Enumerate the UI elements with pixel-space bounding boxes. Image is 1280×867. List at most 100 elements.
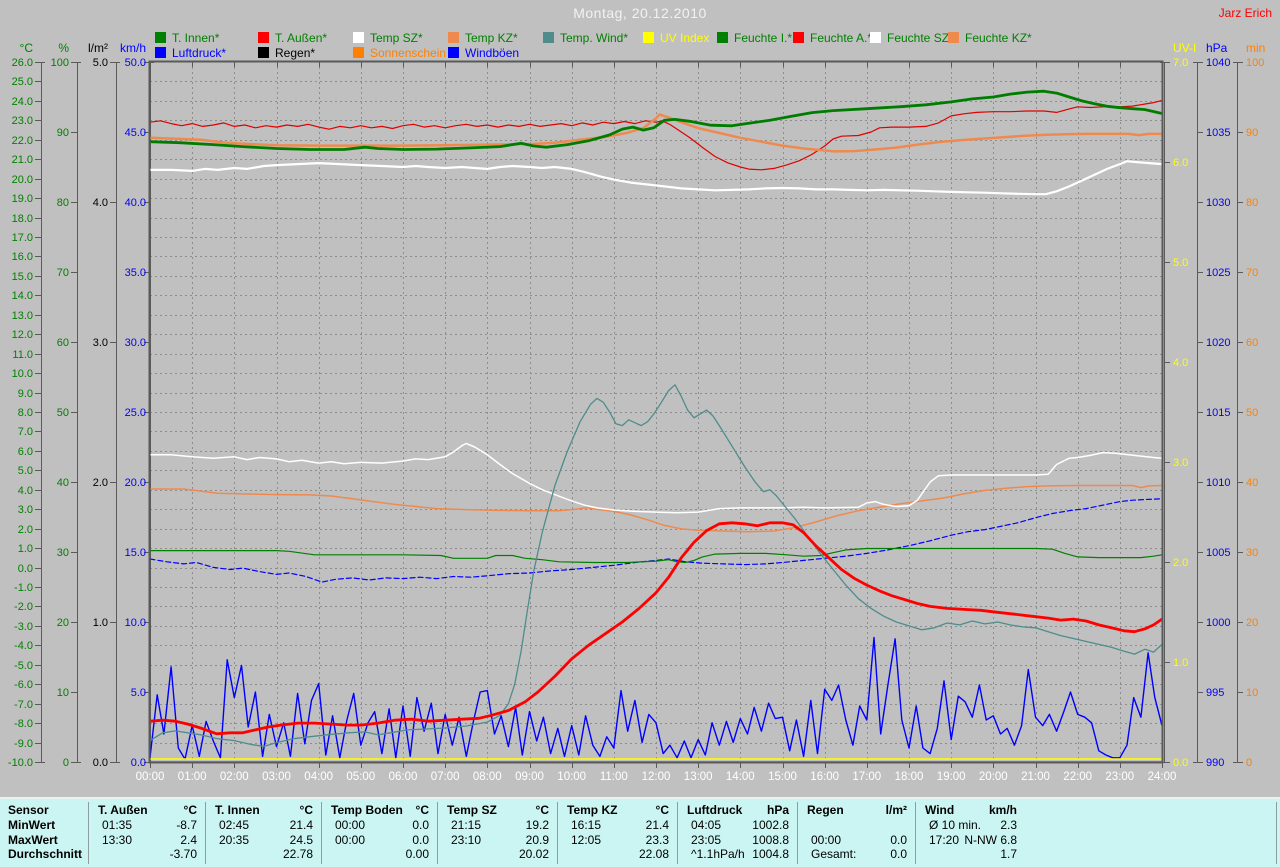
- axis-wind-tick-label: 20.0: [125, 477, 146, 489]
- axis-pressure-unit: hPa: [1206, 41, 1228, 55]
- stat-temp-sz-value: 20.9: [525, 833, 549, 847]
- axis-temp-tick-label: -1.0: [14, 582, 33, 594]
- axis-sunshine-tick-label: 50: [1246, 407, 1258, 419]
- axis-wind-tick-label: 45.0: [125, 127, 146, 139]
- axis-sunshine-tick-label: 90: [1246, 127, 1258, 139]
- stat-row-label: Durchschnitt: [8, 847, 83, 861]
- axis-humidity-tick-label: 40: [57, 477, 69, 489]
- axis-temp-tick-label: 2.0: [18, 524, 33, 536]
- axis-temp-tick-label: 13.0: [12, 310, 33, 322]
- axis-wind-tick-label: 40.0: [125, 197, 146, 209]
- x-tick-label: 10:00: [557, 771, 586, 783]
- stat-regen-time: Gesamt:: [811, 847, 857, 861]
- x-tick-label: 02:00: [220, 771, 249, 783]
- axis-temp-tick-label: 8.0: [18, 407, 33, 419]
- axis-temp-tick-label: 4.0: [18, 485, 33, 497]
- stat-col-name-regen: Regen: [807, 803, 844, 817]
- table-divider: [88, 802, 89, 864]
- axis-temp-tick-label: 22.0: [12, 135, 33, 147]
- table-divider: [677, 802, 678, 864]
- stat-col-name-t-innen: T. Innen: [215, 803, 260, 817]
- stat-temp-boden-time: 00:00: [335, 833, 366, 847]
- x-tick-label: 22:00: [1063, 771, 1092, 783]
- axis-temp-tick-label: -5.0: [14, 660, 33, 672]
- stat-t-innen-time: 02:45: [219, 818, 250, 832]
- series-luftdruck: [149, 498, 1163, 583]
- axis-pressure-tick-label: 1025: [1206, 267, 1230, 279]
- x-tick-label: 11:00: [600, 771, 628, 783]
- x-axis-labels: 00:00 01:00 02:00 03:00 04:00 05:00 06:00 07:00…: [136, 771, 1177, 783]
- axis-uv-tick-label: 2.0: [1173, 557, 1188, 569]
- stat-col-name-wind: Wind: [925, 803, 955, 817]
- plot-area[interactable]: -10.0 -9.0 -8.0 -7.0 -6.0 -5.0 -4.0 -3.0 -2.0 -1.…: [0, 0, 1280, 795]
- stat-col-unit-temp-sz: °C: [535, 803, 549, 817]
- axis-humidity-tick-label: 10: [57, 687, 69, 699]
- stat-col-unit-temp-kz: °C: [655, 803, 669, 817]
- axis-sunshine-tick-label: 40: [1246, 477, 1258, 489]
- axis-sunshine-tick-label: 0: [1246, 757, 1252, 769]
- x-tick-label: 23:00: [1105, 771, 1134, 783]
- axis-wind-tick-label: 10.0: [125, 617, 146, 629]
- axis-rain-tick-label: 0.0: [93, 757, 108, 769]
- stat-temp-kz-value: 21.4: [645, 818, 669, 832]
- axis-humidity-tick-label: 90: [57, 127, 69, 139]
- stat-col-unit-t-aussen: °C: [183, 803, 197, 817]
- stat-temp-boden-value: 0.00: [405, 847, 429, 861]
- stat-luftdruck-value: 1008.8: [752, 833, 789, 847]
- axis-sunshine-tick-label: 80: [1246, 197, 1258, 209]
- stat-luftdruck-time: ^1.1hPa/h: [691, 847, 745, 861]
- stat-temp-sz-time: 21:15: [451, 818, 482, 832]
- table-divider: [437, 802, 438, 864]
- x-tick-label: 07:00: [431, 771, 460, 783]
- x-tick-label: 14:00: [726, 771, 755, 783]
- table-divider: [1276, 802, 1277, 864]
- stat-t-aussen-time: 13:30: [102, 833, 133, 847]
- axis-wind-tick-label: 25.0: [125, 407, 146, 419]
- axis-temp-tick-label: -2.0: [14, 601, 33, 613]
- axis-temp-tick-label: -7.0: [14, 699, 33, 711]
- axis-temp-tick-label: -6.0: [14, 679, 33, 691]
- x-tick-label: 15:00: [768, 771, 797, 783]
- stat-wind-value: 1.7: [1000, 847, 1017, 861]
- axis-humidity-tick-label: 80: [57, 197, 69, 209]
- x-tick-label: 09:00: [515, 771, 544, 783]
- axis-rain-tick-label: 2.0: [93, 477, 108, 489]
- axis-temp-tick-label: 11.0: [12, 349, 33, 361]
- stat-col-name-t-aussen: T. Außen: [98, 803, 148, 817]
- axis-humidity-tick-label: 60: [57, 337, 69, 349]
- axis-rain-tick-label: 5.0: [93, 57, 108, 69]
- x-tick-label: 24:00: [1148, 771, 1177, 783]
- series-feuchte-i: [149, 547, 1163, 564]
- axis-temp-unit: °C: [20, 41, 34, 55]
- x-tick-label: 04:00: [304, 771, 333, 783]
- stat-temp-boden-value: 0.0: [412, 818, 429, 832]
- stat-t-aussen-value: -3.70: [169, 847, 197, 861]
- stat-t-aussen-time: 01:35: [102, 818, 133, 832]
- axis-temp-tick-label: 14.0: [12, 290, 33, 302]
- stat-temp-sz-value: 20.02: [518, 847, 549, 861]
- x-tick-label: 19:00: [937, 771, 966, 783]
- axis-temp-tick-label: 21.0: [12, 154, 33, 166]
- stat-temp-sz-value: 19.2: [525, 818, 549, 832]
- axis-temp-tick-label: 9.0: [18, 388, 33, 400]
- axis-pressure-tick-label: 1040: [1206, 57, 1230, 69]
- axis-temp-tick-label: 3.0: [18, 504, 33, 516]
- stat-col-name-temp-sz: Temp SZ: [447, 803, 497, 817]
- stat-col-unit-luftdruck: hPa: [766, 803, 789, 817]
- stat-regen-value: 0.0: [890, 833, 907, 847]
- axis-temp-tick-label: 7.0: [18, 426, 33, 438]
- x-tick-label: 03:00: [262, 771, 291, 783]
- stat-wind-value: 2.3: [1000, 818, 1017, 832]
- axis-uv-tick-label: 3.0: [1173, 457, 1188, 469]
- stat-temp-kz-value: 22.08: [638, 847, 669, 861]
- axis-sunshine: 0 10 20 30 40 50 60 70 80 90 100 min: [1233, 41, 1265, 769]
- axis-temp-tick-label: -3.0: [14, 621, 33, 633]
- axis-wind-tick-label: 0.0: [131, 757, 146, 769]
- x-tick-label: 12:00: [642, 771, 671, 783]
- x-tick-label: 21:00: [1021, 771, 1050, 783]
- stat-temp-kz-time: 12:05: [571, 833, 602, 847]
- x-tick-label: 18:00: [895, 771, 924, 783]
- stat-row-label: MaxWert: [8, 833, 58, 847]
- axis-rain-tick-label: 4.0: [93, 197, 108, 209]
- stat-luftdruck-time: 23:05: [691, 833, 722, 847]
